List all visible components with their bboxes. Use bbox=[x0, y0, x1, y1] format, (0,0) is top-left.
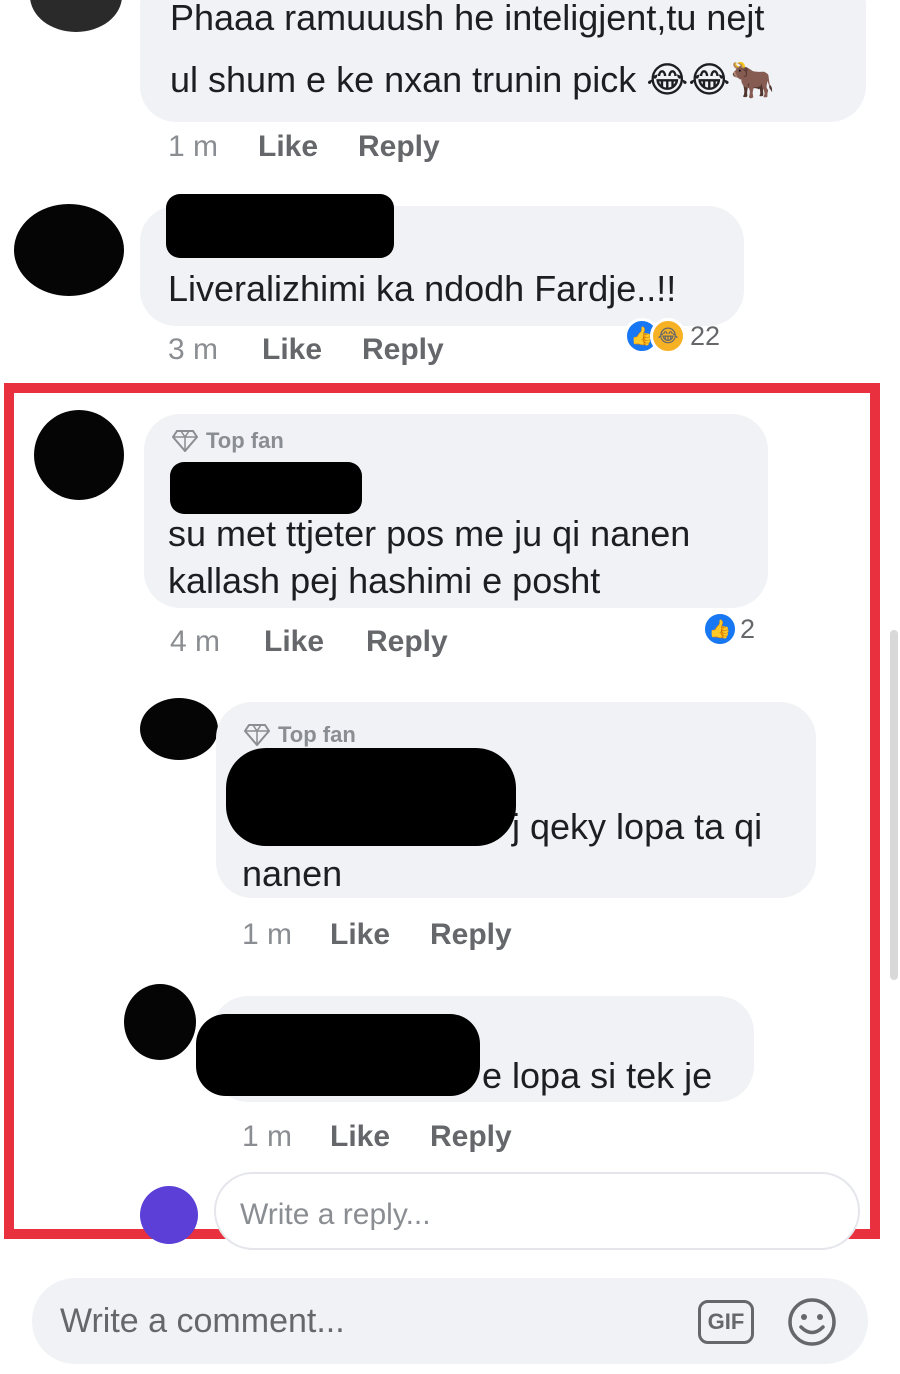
reaction-count: 2 bbox=[740, 613, 756, 644]
like-link[interactable]: Like bbox=[330, 918, 390, 952]
reply-link[interactable]: Reply bbox=[430, 918, 512, 952]
commenter-avatar[interactable] bbox=[30, 0, 122, 32]
comment-text: Liveralizhimi ka ndodh Fardje..!! bbox=[168, 268, 677, 309]
top-fan-label: Top fan bbox=[278, 722, 356, 747]
like-link[interactable]: Like bbox=[330, 1120, 390, 1154]
diamond-icon bbox=[244, 724, 270, 746]
current-user-avatar[interactable] bbox=[140, 1186, 198, 1244]
reaction-summary[interactable]: 👍 2 bbox=[702, 609, 755, 649]
diamond-icon bbox=[172, 430, 198, 452]
reply-time: 1 m bbox=[242, 1120, 293, 1153]
like-link[interactable]: Like bbox=[264, 625, 324, 659]
smiley-icon[interactable] bbox=[786, 1296, 838, 1348]
reply-input-placeholder: Write a reply... bbox=[240, 1198, 431, 1231]
commenter-avatar[interactable] bbox=[34, 410, 124, 500]
comment-text: kallash pej hashimi e posht bbox=[168, 560, 601, 601]
comment-time: 3 m bbox=[168, 333, 219, 366]
comment-text: ul shum e ke nxan trunin pick 😂😂🐂 bbox=[170, 59, 776, 100]
reaction-count: 22 bbox=[690, 320, 721, 351]
reply-link[interactable]: Reply bbox=[366, 625, 448, 659]
reply-time: 1 m bbox=[242, 918, 293, 951]
comment-text: Phaaa ramuuush he inteligjent,tu nejt bbox=[170, 0, 765, 38]
comment-time: 4 m bbox=[170, 625, 221, 658]
reply-text: nanen bbox=[242, 853, 343, 894]
top-fan-badge: Top fan bbox=[244, 722, 356, 748]
top-fan-label: Top fan bbox=[206, 428, 284, 453]
top-fan-badge: Top fan bbox=[172, 428, 284, 454]
like-link[interactable]: Like bbox=[262, 333, 322, 367]
comment-time: 1 m bbox=[168, 130, 219, 163]
reply-link[interactable]: Reply bbox=[430, 1120, 512, 1154]
reply-text: e lopa si tek je bbox=[482, 1055, 713, 1096]
replier-avatar[interactable] bbox=[124, 984, 196, 1060]
reply-text: j qeky lopa ta qi bbox=[512, 806, 763, 847]
haha-icon: 😂 bbox=[650, 318, 686, 354]
commenter-avatar[interactable] bbox=[14, 204, 124, 296]
like-link[interactable]: Like bbox=[258, 130, 318, 164]
reply-link[interactable]: Reply bbox=[362, 333, 444, 367]
comment-input-placeholder: Write a comment... bbox=[60, 1302, 345, 1340]
redacted-name bbox=[166, 194, 394, 258]
redacted-name bbox=[196, 1014, 480, 1096]
scrollbar[interactable] bbox=[890, 630, 898, 980]
like-icon: 👍 bbox=[702, 611, 738, 647]
redacted-name bbox=[226, 748, 516, 846]
comment-text: su met ttjeter pos me ju qi nanen bbox=[168, 513, 691, 554]
redacted-name bbox=[170, 462, 362, 514]
replier-avatar[interactable] bbox=[140, 698, 218, 760]
reaction-summary[interactable]: 👍 😂 22 bbox=[624, 316, 720, 356]
reply-link[interactable]: Reply bbox=[358, 130, 440, 164]
gif-icon[interactable]: GIF bbox=[698, 1300, 754, 1344]
gif-label: GIF bbox=[707, 1309, 745, 1334]
